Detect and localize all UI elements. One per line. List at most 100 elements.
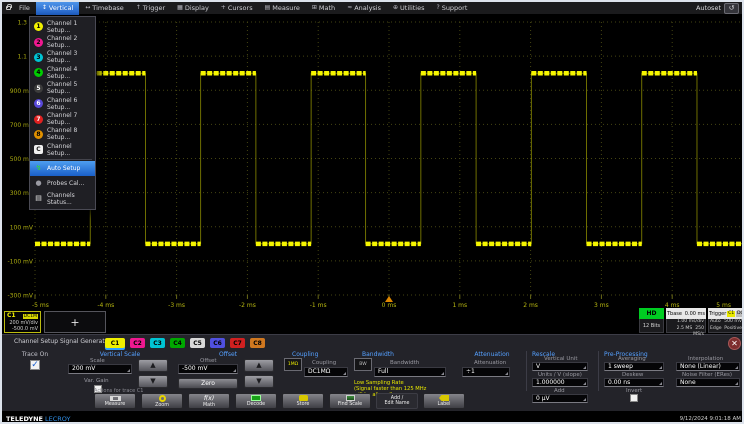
zero-button[interactable]: Zero [178,378,238,389]
menu-utilities[interactable]: ⊕Utilities [387,2,431,15]
trigger-box[interactable]: Trigger C1 DC AutoEdge 500 mVPositive [708,308,744,334]
decode-button[interactable]: Decode [235,393,277,409]
action-button-label: Label [438,402,451,407]
attenuation-field[interactable]: ÷1 [462,367,510,377]
menu-item-channel-8-setup[interactable]: 8Channel 8 Setup... [30,127,95,142]
channel-button-c6[interactable]: C6 [210,338,225,348]
menu-item-channel-c-setup[interactable]: CChannel Setup... [30,142,95,157]
x-axis-label: -5 ms [32,302,49,309]
offset-up-button[interactable]: ▲ [244,359,274,372]
measure-button[interactable]: Measure [94,393,136,409]
menu-item-channel-3-setup[interactable]: 3 Channel 3 Setup... [30,50,95,65]
menu-analysis[interactable]: ≈Analysis [341,2,387,15]
label-button[interactable]: Label [423,393,465,409]
menu-item-channel-4-setup[interactable]: 4Channel 4 Setup... [30,65,95,80]
scale-up-button[interactable]: ▲ [138,359,168,372]
menu-item-label: Channel 1 Setup... [47,20,91,34]
menu-separator [33,159,92,160]
menu-item-probes-cal[interactable]: ●Probes Cal... [30,176,95,191]
interpolation-field[interactable]: None (Linear) [676,362,740,371]
menu-item-channel-2-setup[interactable]: 2Channel 2 Setup... [30,34,95,49]
menu-label-math: Math [319,4,335,12]
menu-item-label: Auto Setup [47,165,80,172]
offset-header: Offset [178,351,278,358]
offset-field[interactable]: -500 mV [178,364,238,374]
horizontal-arrows-icon: ↔ [85,5,90,11]
menu-item-channel-7-setup[interactable]: 7Channel 7 Setup... [30,111,95,126]
menubar: File↕Vertical↔Timebase↑Trigger▦Display+C… [2,2,742,15]
add-field[interactable]: 0 µV [532,394,588,403]
add-edit-name-button[interactable]: Add /Edit Name [376,393,418,409]
scale-field[interactable]: 200 mV [68,364,132,374]
menu-trigger[interactable]: ↑Trigger [130,2,171,15]
tab-signal-generator[interactable]: Signal Generator [60,338,111,345]
menu-file[interactable]: File [13,2,36,15]
y-axis-label: 100 mV [10,224,34,231]
coupling-field[interactable]: DC1MΩ [304,367,348,377]
action-button-label: Store [297,402,310,407]
menu-cursors[interactable]: +Cursors [215,2,259,15]
trigger-time-marker[interactable] [385,296,393,302]
add-trace-button[interactable]: + [44,311,106,333]
channel-button-c2[interactable]: C2 [130,338,145,348]
close-icon[interactable]: ✕ [728,337,741,350]
scale-down-button[interactable]: ▼ [138,375,168,388]
averaging-field[interactable]: 1 sweep [604,362,664,371]
menu-display[interactable]: ▦Display [171,2,215,15]
channel-button-c4[interactable]: C4 [170,338,185,348]
action-button-label: Decode [247,402,265,407]
tbase-label: Tbase [667,311,682,317]
channel-button-c7[interactable]: C7 [230,338,245,348]
offset-down-button[interactable]: ▼ [244,375,274,388]
x-axis-label: -1 ms [310,302,327,309]
trace-on-checkbox[interactable]: ✓ [30,360,40,370]
menu-item-channels-status[interactable]: ▤Channels Status... [30,191,95,206]
undo-autoset-button[interactable]: ↺ [724,3,739,14]
x-axis-label: 3 ms [594,302,609,309]
menu-item-channel-1-setup[interactable]: 1Channel 1 Setup... [30,19,95,34]
menu-item-channel-5-setup[interactable]: 5Channel 5 Setup... [30,81,95,96]
menu-item-label: Channel 3 Setup... [47,50,91,64]
tab-channel-setup[interactable]: Channel Setup [14,338,58,345]
menu-measure[interactable]: ▤Measure [259,2,306,15]
vertical-unit-field[interactable]: V [532,362,588,371]
find-scale-button[interactable]: Find Scale [329,393,371,409]
channel-button-c3[interactable]: C3 [150,338,165,348]
menubar-right: Autoset ↺ [696,3,742,14]
auto-icon: ↯ [34,164,43,173]
hd-bits: 12 Bits [639,319,664,333]
action-button-label: Math [203,403,215,408]
noise-filter-field[interactable]: None [676,378,740,387]
action-button-label: Measure [105,402,125,407]
channel-coupling-badge: DC1M [23,314,38,320]
menu-item-channel-6-setup[interactable]: 6Channel 6 Setup... [30,96,95,111]
timebase-box[interactable]: Tbase 0.00 ms 1.00 ms/div 2.5 MS 250 MS/… [666,308,706,334]
hd-mode-box[interactable]: HD 12 Bits [639,308,664,334]
menu-support[interactable]: ?Support [431,2,474,15]
invert-checkbox[interactable] [630,394,638,402]
coupling-header: Coupling [284,351,348,358]
lock-icon [6,6,11,10]
tbase-value: 0.00 ms [685,311,705,317]
probes-icon: ● [34,179,43,188]
bandwidth-field[interactable]: Full [374,367,446,377]
channel-3-icon: 3 [34,53,43,62]
slope-field[interactable]: 1.000000 [532,378,588,387]
autoset-button[interactable]: Autoset [696,4,721,12]
math-button[interactable]: f(x)Math [188,393,230,409]
menu-timebase[interactable]: ↔Timebase [79,2,129,15]
menu-item-auto-setup[interactable]: ↯ Auto Setup [30,161,95,176]
channel-button-c8[interactable]: C8 [250,338,265,348]
menu-math[interactable]: ⊞Math [306,2,341,15]
menu-label-timebase: Timebase [92,4,123,12]
store-button[interactable]: Store [282,393,324,409]
channel-5-icon: 5 [34,84,43,93]
channel-button-c5[interactable]: C5 [190,338,205,348]
channel-button-c1[interactable]: C1 [105,338,125,348]
trigger-label: Trigger [709,311,726,317]
channel-descriptor-c1[interactable]: C1 DC1M 200 mV/div -500.0 mV [4,311,41,333]
menu-vertical[interactable]: ↕Vertical [36,2,79,15]
deskew-field[interactable]: 0.00 ns [604,378,664,387]
analysis-wave-icon: ≈ [347,5,352,11]
zoom-button[interactable]: Zoom [141,393,183,409]
